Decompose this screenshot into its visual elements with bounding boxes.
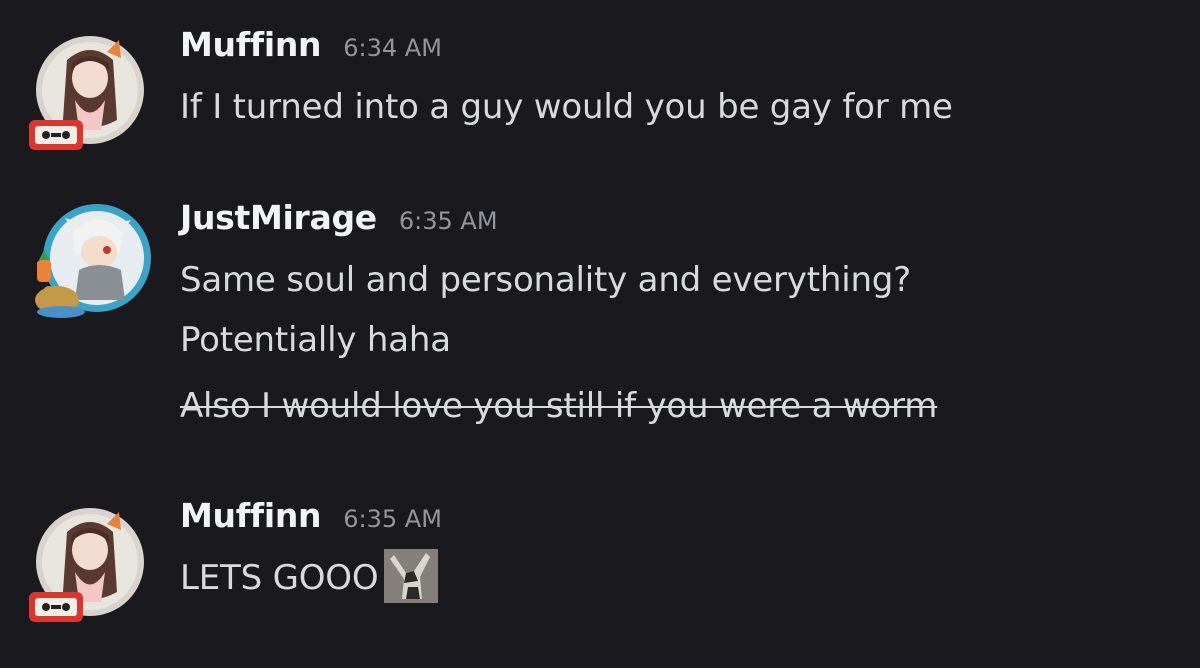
username[interactable]: JustMirage — [180, 198, 377, 237]
user-avatar-muffinn[interactable] — [27, 30, 153, 156]
message-text: Same soul and personality and everything… — [180, 260, 912, 300]
timestamp: 6:35 AM — [343, 505, 442, 533]
user-avatar-muffinn[interactable] — [27, 502, 153, 628]
message-text: Potentially haha — [180, 320, 451, 360]
avatar-image-icon — [29, 36, 144, 150]
timestamp: 6:34 AM — [343, 34, 442, 62]
chat-log: Muffinn 6:34 AM If I turned into a guy w… — [0, 0, 1200, 668]
message-text: If I turned into a guy would you be gay … — [180, 87, 953, 127]
avatar-image-icon — [35, 204, 151, 318]
avatar-image-icon — [29, 508, 144, 622]
user-avatar-justmirage[interactable] — [27, 200, 153, 326]
message-text: LETS GOOO — [180, 558, 379, 598]
cat-dancing-emoji-icon[interactable] — [384, 548, 439, 603]
strikethrough-text: Also I would love you still if you were … — [180, 386, 938, 426]
username[interactable]: Muffinn — [180, 25, 322, 64]
timestamp: 6:35 AM — [398, 207, 498, 235]
username[interactable]: Muffinn — [180, 496, 322, 535]
